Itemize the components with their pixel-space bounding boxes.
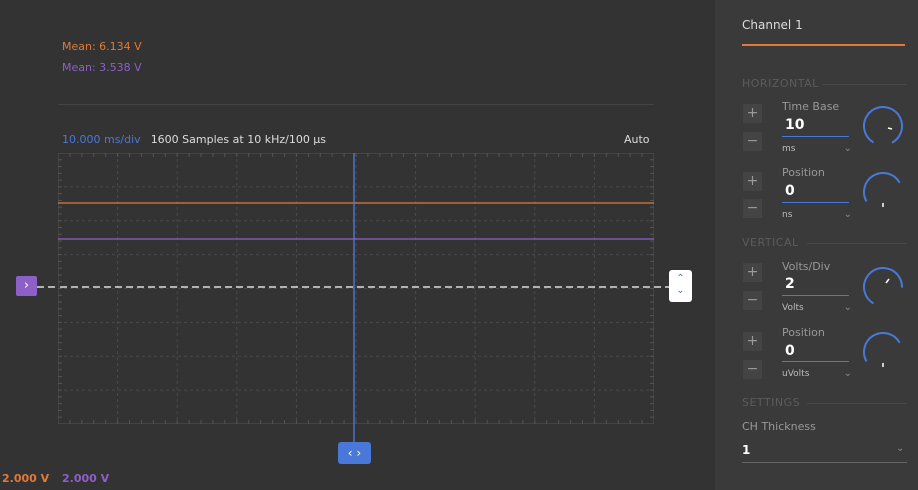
chevron-down-icon: ⌄	[843, 209, 852, 220]
channel-tab-indicator	[742, 44, 905, 46]
time-base-knob[interactable]	[862, 105, 904, 147]
chevron-left-right-icon: ‹ ›	[347, 446, 362, 460]
settings-panel: Channel 1 HORIZONTAL + − Time Base 10 ms…	[715, 0, 918, 490]
input-underline	[782, 295, 849, 296]
plot-area: Mean: 6.134 V Mean: 3.538 V 10.000 ms/di…	[0, 0, 715, 490]
section-settings: SETTINGS	[742, 396, 801, 409]
chevron-down-icon: ⌄	[843, 143, 852, 154]
input-underline	[782, 202, 849, 203]
chevron-down-icon: ⌄	[843, 302, 852, 313]
ch-thickness-select[interactable]: 1	[742, 443, 750, 457]
input-underline	[782, 136, 849, 137]
time-position-handle[interactable]: ‹ ›	[338, 442, 371, 464]
h-position-minus-button[interactable]: −	[743, 199, 762, 218]
h-position-label: Position	[782, 166, 825, 179]
section-divider	[807, 403, 907, 404]
time-base-input[interactable]: 10	[785, 117, 804, 133]
section-divider	[823, 84, 907, 85]
overlay-lines	[37, 286, 669, 442]
chevron-down-icon: ⌄	[843, 368, 852, 379]
v-position-knob[interactable]	[862, 331, 904, 373]
ch-thickness-label: CH Thickness	[742, 420, 816, 433]
volts-div-label: Volts/Div	[782, 260, 831, 273]
time-base-unit-select[interactable]: ms ⌄	[782, 143, 852, 154]
v-position-minus-button[interactable]: −	[743, 360, 762, 379]
channel-offset-handle[interactable]: ›	[16, 276, 37, 296]
section-vertical: VERTICAL	[742, 236, 799, 249]
channel-tab[interactable]: Channel 1	[742, 18, 803, 32]
trigger-level-handle[interactable]: ⌃ ⌄	[669, 270, 692, 302]
chevron-down-icon: ⌄	[676, 285, 685, 296]
volts-div-unit-select[interactable]: Volts ⌄	[782, 302, 852, 313]
volts-div-knob[interactable]	[862, 266, 904, 308]
volts-div-input[interactable]: 2	[785, 276, 795, 292]
section-horizontal: HORIZONTAL	[742, 77, 819, 90]
volts-div-minus-button[interactable]: −	[743, 291, 762, 310]
h-position-plus-button[interactable]: +	[743, 172, 762, 191]
volts-div-plus-button[interactable]: +	[743, 263, 762, 282]
v-position-label: Position	[782, 326, 825, 339]
time-base-minus-button[interactable]: −	[743, 132, 762, 151]
ch2-scale-label: 2.000 V	[62, 472, 110, 485]
chevron-right-icon: ›	[23, 278, 30, 293]
input-underline	[782, 361, 849, 362]
select-underline	[742, 462, 907, 463]
chevron-down-icon: ⌄	[896, 443, 905, 454]
v-position-plus-button[interactable]: +	[743, 332, 762, 351]
section-divider	[807, 243, 907, 244]
h-position-unit-select[interactable]: ns ⌄	[782, 209, 852, 220]
h-position-knob[interactable]	[862, 171, 904, 213]
ch1-scale-label: 2.000 V	[2, 472, 50, 485]
h-position-input[interactable]: 0	[785, 183, 795, 199]
v-position-input[interactable]: 0	[785, 343, 795, 359]
time-base-plus-button[interactable]: +	[743, 104, 762, 123]
v-position-unit-select[interactable]: uVolts ⌄	[782, 368, 852, 379]
time-base-label: Time Base	[782, 100, 840, 113]
chevron-up-icon: ⌃	[676, 273, 685, 284]
